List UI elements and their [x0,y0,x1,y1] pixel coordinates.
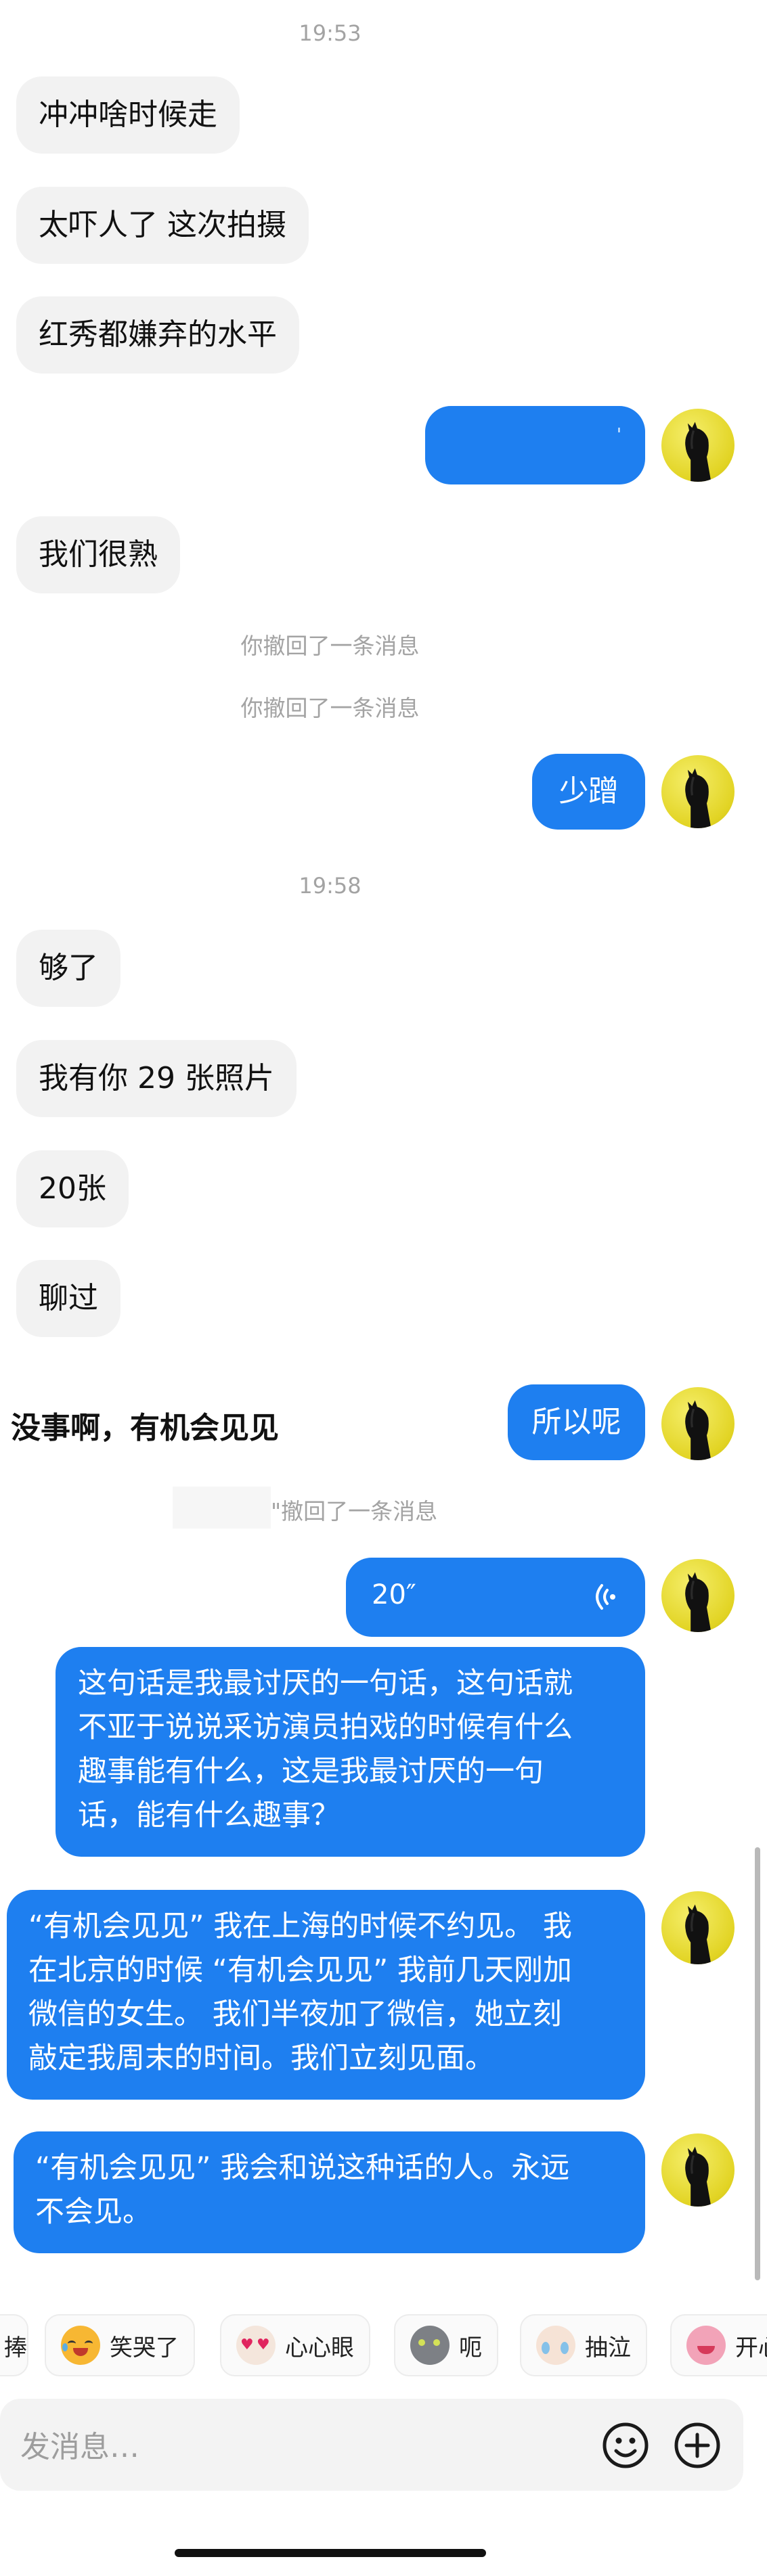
happy-pink-icon [686,2326,726,2365]
message-line: 趣事能有什么，这是我最讨厌的一句 [78,1755,544,1788]
message-input-bar: 发消息… [0,2399,743,2491]
incoming-message[interactable]: 聊过 [16,1260,120,1337]
emoji-chip[interactable]: 呃 [394,2314,498,2376]
outgoing-message[interactable]: “有机会见见” 我会和说这种话的人。永远 不会见。 [14,2131,645,2253]
incoming-message[interactable]: 20张 [16,1150,129,1227]
message-line: 不亚于说说采访演员拍戏的时候有什么 [78,1711,573,1744]
avatar[interactable] [661,1387,735,1460]
avatar[interactable] [661,1559,735,1632]
laugh-cry-cat-icon [61,2326,100,2365]
emoji-label: 心心眼 [285,2334,354,2362]
recall-notice: 你撤回了一条消息 [240,695,420,721]
emoji-label: 抽泣 [585,2334,631,2362]
emoji-label: 开心 [735,2334,767,2362]
outgoing-message[interactable]: 这句话是我最讨厌的一句话，这句话就 不亚于说说采访演员拍戏的时候有什么 趣事能有… [56,1647,645,1857]
avatar[interactable] [661,409,735,482]
recall-notice: "撤回了一条消息 [271,1498,438,1524]
message-line: “有机会见见” 我在上海的时候不约见。 我 [28,1910,572,1943]
message-line: 微信的女生。 我们半夜加了微信，她立刻 [28,1997,562,2031]
emoji-chip[interactable]: 捧 [0,2314,28,2376]
incoming-message[interactable]: 冲冲啥时候走 [16,76,240,154]
emoji-chip[interactable]: 开心 [670,2314,767,2376]
emoji-chip[interactable]: 抽泣 [520,2314,647,2376]
incoming-message[interactable]: 太吓人了 这次拍摄 [16,187,309,264]
heart-eyes-cat-icon: ♥ ♥ [236,2326,276,2365]
incoming-message[interactable]: 我们很熟 [16,516,180,593]
horse-avatar-icon [685,1904,711,1964]
sobbing-cat-icon [536,2326,575,2365]
voice-wave-icon [596,1584,615,1610]
outgoing-message[interactable]: “有机会见见” 我在上海的时候不约见。 我 在北京的时候 “有机会见见” 我前几… [7,1890,645,2100]
horse-avatar-icon [685,1400,711,1460]
emoji-chip[interactable]: ♥ ♥ 心心眼 [220,2314,370,2376]
emoji-quick-bar: 捧 笑哭了 ♥ ♥ 心心眼 呃 抽泣 开心 [0,2311,767,2385]
horse-avatar-icon [685,1572,711,1632]
home-indicator[interactable] [175,2549,486,2557]
scrollbar[interactable] [755,1847,760,2280]
emoji-label: 呃 [459,2334,482,2362]
outgoing-message[interactable]: 所以呢 [508,1384,645,1460]
horse-avatar-icon [685,2146,711,2207]
message-line: 不会见。 [35,2195,152,2229]
emoji-label: 捧 [4,2334,27,2362]
recall-notice: 你撤回了一条消息 [240,633,420,659]
outgoing-message[interactable]: ' [425,406,645,484]
message-fragment: ' [616,425,621,445]
emoji-chip[interactable]: 笑哭了 [45,2314,195,2376]
message-line: 这句话是我最讨厌的一句话，这句话就 [78,1667,573,1700]
avatar[interactable] [661,1891,735,1964]
horse-avatar-icon [685,422,711,482]
message-line: 在北京的时候 “有机会见见” 我前几天刚加 [28,1953,572,1987]
timestamp: 19:53 [299,20,361,46]
horse-avatar-icon [685,768,711,828]
message-line: 敲定我周末的时间。我们立刻见面。 [28,2041,494,2075]
grey-cat-icon [410,2326,450,2365]
avatar[interactable] [661,755,735,828]
timestamp: 19:58 [299,873,361,899]
avatar[interactable] [661,2133,735,2207]
message-line: 话，能有什么趣事？ [78,1799,340,1832]
incoming-message[interactable]: 我有你 29 张照片 [16,1040,297,1117]
message-input[interactable]: 发消息… [20,2422,139,2466]
bold-text-line: 没事啊，有机会见见 [11,1411,279,1445]
redacted-name [173,1487,271,1529]
outgoing-message[interactable]: 少蹭 [532,754,645,830]
emoji-label: 笑哭了 [110,2334,179,2362]
incoming-message[interactable]: 够了 [16,930,120,1007]
emoji-icon[interactable] [601,2421,650,2470]
incoming-message[interactable]: 红秀都嫌弃的水平 [16,296,299,374]
voice-message[interactable]: 20″ [346,1558,645,1637]
plus-icon[interactable] [673,2421,722,2470]
message-line: “有机会见见” 我会和说这种话的人。永远 [35,2151,570,2185]
voice-duration: 20″ [372,1579,416,1610]
